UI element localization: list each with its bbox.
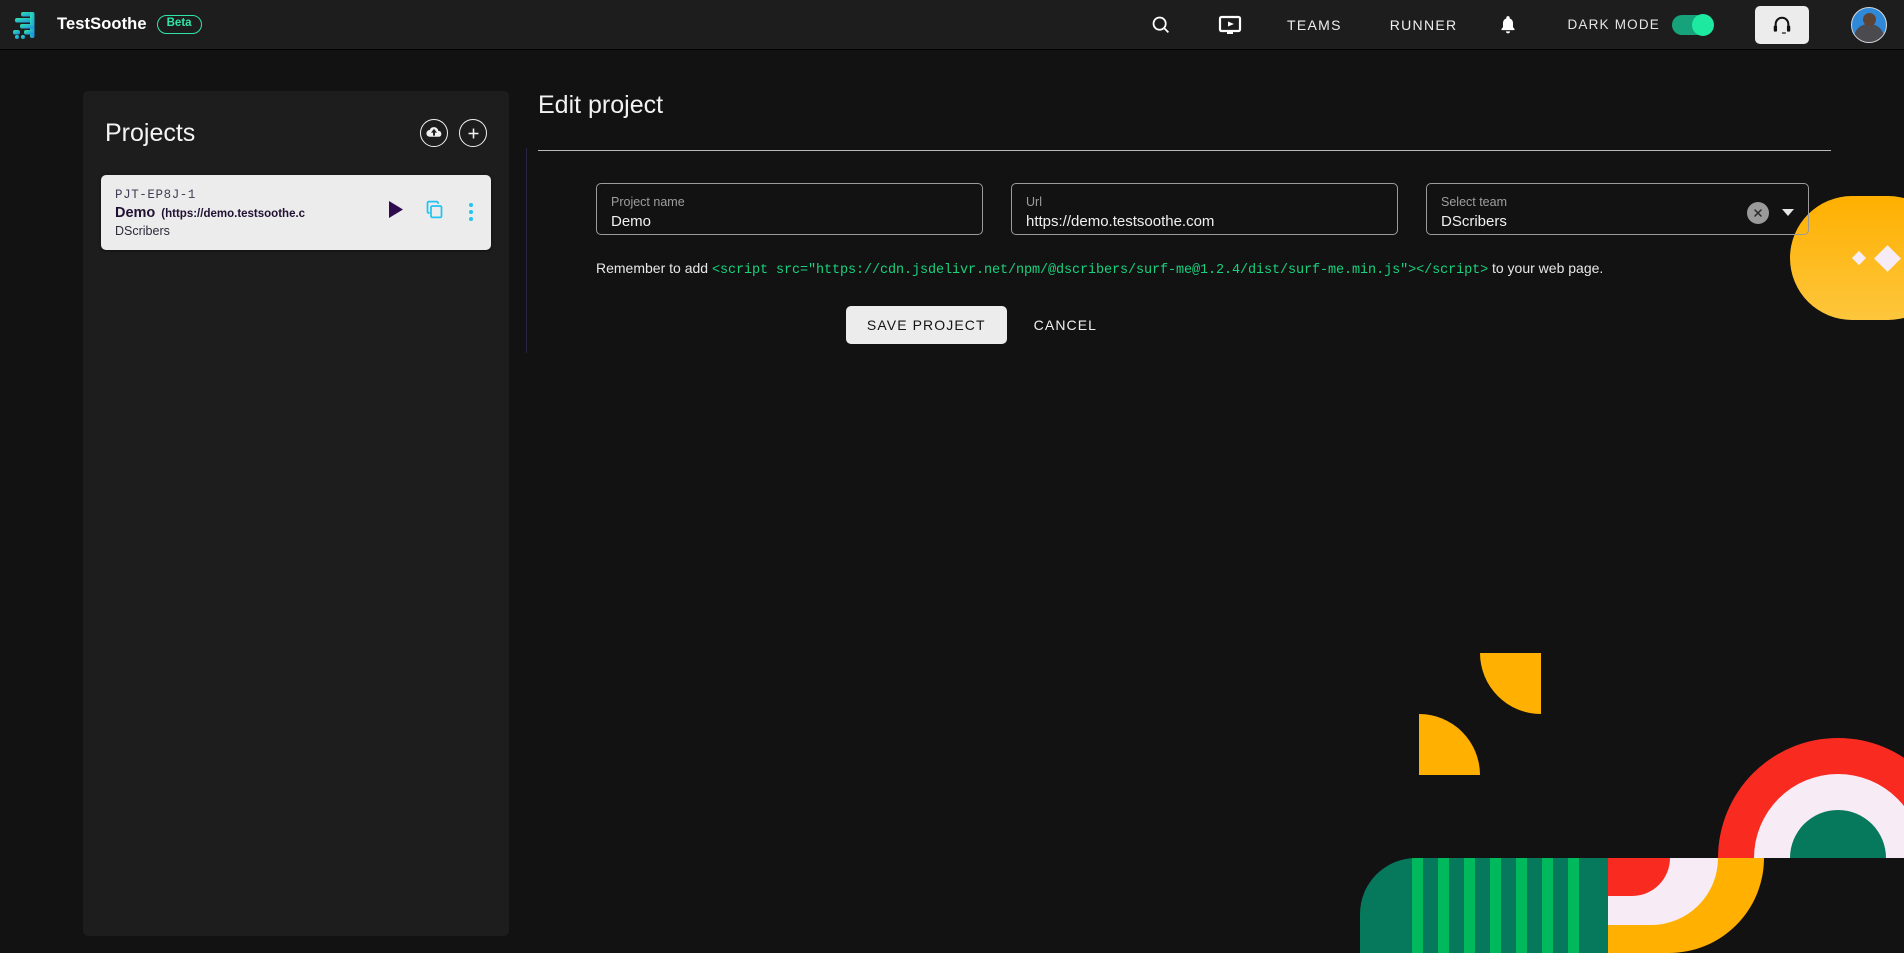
testsoothe-logo-icon: [11, 10, 45, 40]
project-card-text: PJT-EP8J-1 Demo (https://demo.testsoothe…: [115, 185, 375, 238]
cancel-button[interactable]: CANCEL: [1021, 306, 1110, 344]
dark-mode-label: DARK MODE: [1567, 17, 1660, 32]
top-nav-items: TEAMS RUNNER DARK MODE: [1137, 0, 1904, 50]
decorative-striped-block: [1360, 858, 1608, 953]
decorative-arc-rings-bottom: [1608, 858, 1764, 953]
search-icon[interactable]: [1137, 2, 1183, 48]
script-hint-code: <script src="https://cdn.jsdelivr.net/np…: [711, 263, 1489, 278]
plus-icon[interactable]: [459, 119, 487, 147]
beta-badge: Beta: [156, 15, 202, 34]
decorative-pinwheel: [1419, 653, 1541, 775]
project-list-item[interactable]: PJT-EP8J-1 Demo (https://demo.testsoothe…: [101, 175, 491, 250]
nav-link-teams[interactable]: TEAMS: [1271, 17, 1358, 33]
projects-header: Projects: [83, 91, 509, 153]
select-team-value[interactable]: DScribers: [1441, 213, 1747, 230]
decorative-arc-rings-right: [1718, 738, 1904, 858]
project-code: PJT-EP8J-1: [115, 188, 197, 202]
play-icon[interactable]: [387, 200, 404, 224]
select-team-field[interactable]: Select team DScribers: [1426, 183, 1809, 235]
brand-name: TestSoothe: [57, 15, 147, 33]
title-divider: [538, 150, 1831, 151]
vertical-divider: [526, 148, 527, 353]
project-name: Demo: [115, 205, 156, 221]
project-team: DScribers: [115, 224, 170, 238]
script-hint-prefix: Remember to add: [596, 260, 712, 276]
nav-link-runner[interactable]: RUNNER: [1374, 17, 1474, 33]
projects-header-actions: [420, 119, 487, 147]
dark-mode-toggle[interactable]: DARK MODE: [1567, 13, 1714, 36]
project-url: (https://demo.testsoothe.c: [161, 208, 306, 220]
project-card-actions: [375, 199, 477, 225]
cloud-upload-icon[interactable]: [420, 119, 448, 147]
project-form-row: Project name Demo Url https://demo.tests…: [538, 183, 1838, 235]
project-url-label: Url: [1026, 195, 1042, 209]
decorative-diamond-medium: [1874, 244, 1901, 272]
headset-icon[interactable]: [1755, 5, 1809, 44]
bell-icon[interactable]: [1485, 2, 1531, 48]
dark-mode-switch[interactable]: [1672, 13, 1714, 36]
project-name-row: Demo (https://demo.testsoothe.c: [115, 205, 375, 221]
chevron-down-icon[interactable]: [1782, 209, 1794, 216]
project-name-field[interactable]: Project name Demo: [596, 183, 983, 235]
page-title-projects: Projects: [105, 118, 196, 147]
video-player-icon[interactable]: [1207, 2, 1253, 48]
project-url-input[interactable]: https://demo.testsoothe.com: [1026, 213, 1383, 230]
project-name-label: Project name: [611, 195, 685, 209]
copy-icon[interactable]: [424, 199, 445, 225]
user-avatar[interactable]: [1851, 6, 1887, 43]
edit-project-panel: Edit project Project name Demo Url https…: [538, 91, 1838, 344]
save-project-button[interactable]: SAVE PROJECT: [845, 306, 1007, 344]
decorative-diamond-small: [1851, 250, 1867, 266]
projects-sidebar-panel: Projects PJT-EP8J-1 Demo (https://demo.t…: [83, 91, 509, 936]
top-navigation-bar: TestSoothe Beta TEAMS RUNNER DARK MODE: [0, 0, 1904, 50]
more-vertical-icon[interactable]: [465, 202, 477, 221]
select-team-inner: Select team DScribers: [1441, 195, 1747, 230]
clear-circle-icon[interactable]: [1747, 201, 1769, 224]
select-team-label: Select team: [1441, 195, 1508, 209]
script-hint: Remember to add <script src="https://cdn…: [538, 260, 1838, 278]
form-actions: SAVE PROJECT CANCEL: [538, 306, 1838, 344]
project-url-field[interactable]: Url https://demo.testsoothe.com: [1011, 183, 1398, 235]
project-name-input[interactable]: Demo: [611, 213, 968, 230]
brand-home-link[interactable]: TestSoothe Beta: [0, 10, 202, 40]
script-hint-suffix: to your web page.: [1488, 260, 1604, 276]
page-title-edit-project: Edit project: [538, 91, 664, 119]
